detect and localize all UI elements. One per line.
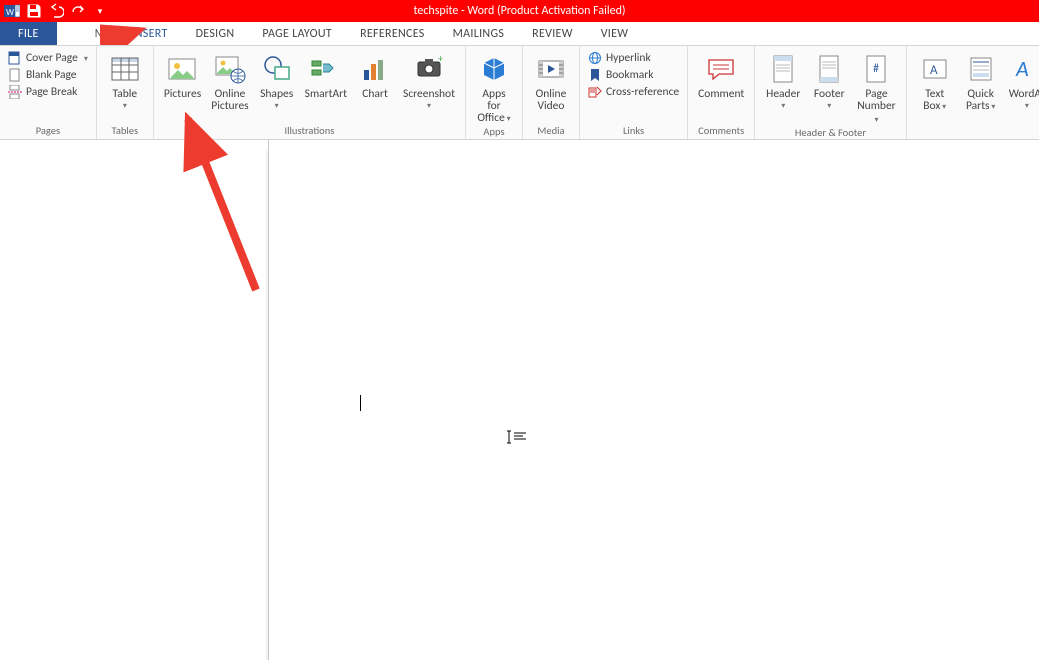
- chart-icon: [358, 52, 392, 86]
- pictures-icon: [166, 52, 200, 86]
- group-tables: Table ▾ Tables: [97, 46, 154, 139]
- qat-dropdown-icon[interactable]: ▾: [92, 3, 108, 19]
- cross-reference-button[interactable]: Cross-reference: [586, 84, 681, 100]
- tab-references[interactable]: REFERENCES: [346, 22, 439, 45]
- footer-button[interactable]: Footer ▾: [807, 48, 851, 110]
- quick-parts-icon: [964, 52, 998, 86]
- screenshot-button[interactable]: + Screenshot ▾: [399, 48, 459, 110]
- group-illustrations: Pictures OnlinePictures Shapes ▾ SmartAr…: [154, 46, 466, 139]
- tab-insert[interactable]: INSERT: [117, 22, 181, 45]
- title-bar: W ▾ techspite - Word (Product Activation…: [0, 0, 1039, 22]
- group-comments: Comment Comments: [688, 46, 755, 139]
- hyperlink-icon: [588, 51, 602, 65]
- group-text: A TextBox ▾ QuickParts ▾ A WordAr ▾: [907, 46, 1039, 139]
- tab-page-layout[interactable]: PAGE LAYOUT: [248, 22, 346, 45]
- tab-file[interactable]: FILE: [0, 22, 57, 45]
- word-app-icon: W: [4, 3, 20, 19]
- table-icon: [108, 52, 142, 86]
- text-box-button[interactable]: A TextBox ▾: [913, 48, 957, 113]
- group-header-footer: Header ▾ Footer ▾ # PageNumber ▾ Header …: [755, 46, 906, 139]
- wordart-icon: A: [1010, 52, 1039, 86]
- group-label-text: [913, 124, 1039, 139]
- online-pictures-button[interactable]: OnlinePictures: [207, 48, 252, 112]
- smartart-button[interactable]: SmartArt: [301, 48, 351, 100]
- svg-text:A: A: [930, 63, 938, 78]
- text-box-icon: A: [918, 52, 952, 86]
- document-page[interactable]: [269, 150, 1039, 660]
- text-caret: [360, 395, 361, 411]
- chart-button[interactable]: Chart: [353, 48, 397, 100]
- group-label-comments: Comments: [694, 124, 748, 139]
- page-number-icon: #: [859, 52, 893, 86]
- hyperlink-button[interactable]: Hyperlink: [586, 50, 681, 66]
- bookmark-icon: [588, 68, 602, 82]
- tab-home[interactable]: HOMEME: [57, 22, 118, 45]
- apps-icon: [477, 52, 511, 86]
- online-video-button[interactable]: OnlineVideo: [529, 48, 573, 112]
- comment-icon: [704, 52, 738, 86]
- comment-button[interactable]: Comment: [694, 48, 748, 100]
- group-label-links: Links: [586, 124, 681, 139]
- group-label-media: Media: [529, 124, 573, 139]
- wordart-button[interactable]: A WordAr ▾: [1005, 48, 1039, 110]
- quick-parts-button[interactable]: QuickParts ▾: [959, 48, 1003, 113]
- group-links: Hyperlink Bookmark Cross-reference Links: [580, 46, 688, 139]
- apps-for-office-button[interactable]: Apps forOffice ▾: [472, 48, 516, 125]
- svg-text:#: #: [873, 62, 879, 76]
- page-break-button[interactable]: Page Break: [6, 84, 90, 100]
- page-break-icon: [8, 85, 22, 99]
- ribbon-tabs: FILE HOMEME INSERT DESIGN PAGE LAYOUT RE…: [0, 22, 1039, 46]
- group-media: OnlineVideo Media: [523, 46, 580, 139]
- group-label-apps: Apps: [472, 125, 516, 140]
- shapes-icon: [260, 52, 294, 86]
- online-pictures-icon: [213, 52, 247, 86]
- svg-text:+: +: [438, 52, 443, 65]
- header-button[interactable]: Header ▾: [761, 48, 805, 110]
- group-label-tables: Tables: [103, 124, 147, 139]
- blank-page-icon: [8, 68, 22, 82]
- redo-icon[interactable]: [70, 3, 86, 19]
- tab-view[interactable]: VIEW: [587, 22, 643, 45]
- save-icon[interactable]: [26, 3, 42, 19]
- group-pages: Cover Page Blank Page Page Break Pages: [0, 46, 97, 139]
- group-label-header-footer: Header & Footer: [761, 126, 899, 141]
- smartart-icon: [309, 52, 343, 86]
- ibeam-pointer-icon: [506, 430, 528, 449]
- table-button[interactable]: Table ▾: [103, 48, 147, 110]
- tab-mailings[interactable]: MAILINGS: [439, 22, 519, 45]
- tab-design[interactable]: DESIGN: [182, 22, 249, 45]
- cover-page-icon: [8, 51, 22, 65]
- video-icon: [534, 52, 568, 86]
- svg-text:W: W: [6, 7, 14, 18]
- bookmark-button[interactable]: Bookmark: [586, 67, 681, 83]
- window-title: techspite - Word (Product Activation Fai…: [0, 4, 1039, 18]
- blank-page-button[interactable]: Blank Page: [6, 67, 90, 83]
- document-workspace[interactable]: [0, 140, 1039, 660]
- page-number-button[interactable]: # PageNumber ▾: [853, 48, 899, 126]
- undo-icon[interactable]: [48, 3, 64, 19]
- screenshot-icon: +: [412, 52, 446, 86]
- ribbon: Cover Page Blank Page Page Break Pages T…: [0, 46, 1039, 140]
- svg-text:A: A: [1015, 55, 1029, 82]
- shapes-button[interactable]: Shapes ▾: [255, 48, 299, 110]
- group-apps: Apps forOffice ▾ Apps: [466, 46, 523, 139]
- group-label-illustrations: Illustrations: [160, 124, 459, 139]
- header-icon: [766, 52, 800, 86]
- pictures-button[interactable]: Pictures: [160, 48, 205, 100]
- cross-reference-icon: [588, 85, 602, 99]
- footer-icon: [812, 52, 846, 86]
- tab-review[interactable]: REVIEW: [518, 22, 587, 45]
- group-label-pages: Pages: [6, 124, 90, 139]
- cover-page-button[interactable]: Cover Page: [6, 50, 90, 66]
